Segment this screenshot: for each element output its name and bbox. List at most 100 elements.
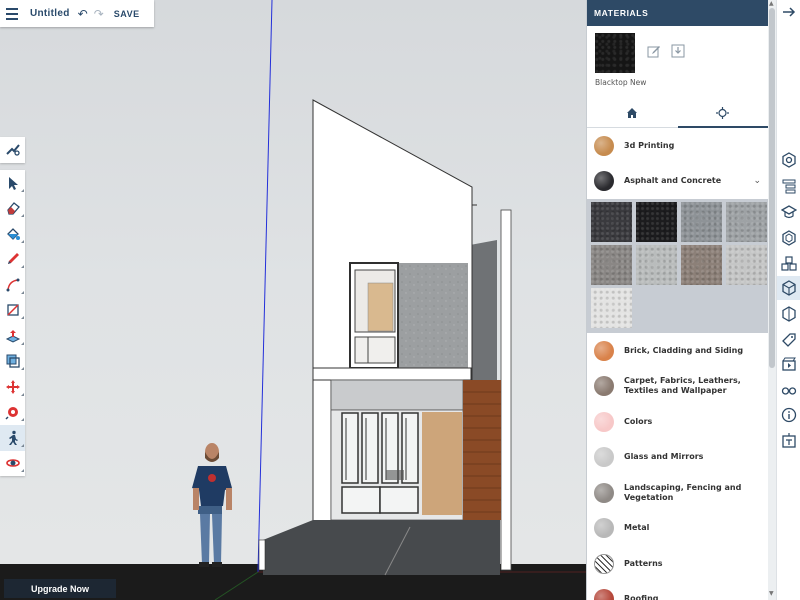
material-category[interactable]: Colors (587, 404, 768, 440)
scroll-down-icon[interactable]: ▼ (769, 590, 774, 597)
scroll-up-icon[interactable]: ▲ (769, 0, 774, 7)
orbit-tool[interactable] (0, 451, 25, 477)
walk-tool-icon (8, 430, 18, 445)
material-category[interactable]: Asphalt and Concrete ⌄ (587, 164, 768, 200)
hamburger-menu-icon[interactable] (0, 0, 24, 27)
materials-tab-button[interactable] (777, 276, 800, 300)
file-title-bar: Untitled ↶ ↷ SAVE (0, 0, 154, 27)
info-icon[interactable] (781, 407, 797, 423)
display-icon[interactable] (781, 382, 797, 398)
paint-bucket-tool[interactable] (0, 221, 25, 247)
tape-measure-tool[interactable] (0, 400, 25, 426)
right-post (500, 209, 512, 571)
upgrade-now-button[interactable]: Upgrade Now (4, 579, 116, 598)
instructor-icon[interactable] (781, 204, 797, 220)
material-swatch[interactable] (591, 245, 632, 285)
material-swatch-grid (587, 199, 768, 333)
tape-measure-tool-icon (4, 407, 18, 420)
arc-tool[interactable] (0, 272, 25, 298)
orbit-tool-icon (5, 459, 20, 468)
category-label: Asphalt and Concrete (624, 176, 722, 186)
search-tools-button[interactable] (0, 137, 25, 163)
offset-tool[interactable] (0, 349, 25, 375)
current-material-name: Blacktop New (595, 78, 647, 87)
material-category[interactable]: Landscaping, Fencing and Vegetation (587, 475, 768, 511)
select-tool[interactable] (0, 170, 25, 196)
material-category[interactable]: Carpet, Fabrics, Leathers, Textiles and … (587, 369, 768, 405)
driveway (263, 520, 500, 575)
eraser-tool[interactable] (0, 196, 25, 222)
category-label: Landscaping, Fencing and Vegetation (624, 482, 742, 502)
material-swatch[interactable] (681, 202, 722, 242)
right-panel-rail (776, 0, 800, 600)
materials-tabs (587, 98, 768, 128)
walk-tool[interactable] (0, 425, 25, 451)
collapse-arrow-icon[interactable] (781, 4, 797, 20)
edit-material-icon[interactable] (647, 44, 661, 58)
move-tool[interactable] (0, 374, 25, 400)
material-category[interactable]: Brick, Cladding and Siding (587, 333, 768, 369)
category-label: Roofing (624, 594, 659, 600)
undo-icon[interactable]: ↶ (78, 7, 88, 21)
material-swatch[interactable] (636, 245, 677, 285)
panel-scrollbar[interactable]: ▲ ▼ (768, 0, 776, 600)
tool-palette (0, 170, 25, 476)
material-category[interactable]: Glass and Mirrors (587, 440, 768, 476)
material-category[interactable]: Patterns (587, 546, 768, 582)
move-tool-icon (5, 379, 20, 394)
wood-door (422, 412, 462, 515)
category-swatch (594, 340, 614, 361)
category-swatch (594, 171, 614, 192)
push-pull-tool[interactable] (0, 323, 25, 349)
scrollbar-thumb[interactable] (769, 8, 775, 368)
chevron-down-icon[interactable]: ⌄ (753, 176, 761, 186)
tab-home[interactable] (587, 98, 678, 127)
eyedropper-icon (716, 106, 730, 119)
category-swatch (594, 553, 614, 574)
paint-bucket-tool-icon (6, 227, 20, 240)
category-list: 3d Printing Asphalt and Concrete ⌄ Brick, C… (587, 128, 768, 600)
save-button[interactable]: SAVE (114, 9, 140, 19)
category-label: Carpet, Fabrics, Leathers, Textiles and … (624, 376, 741, 396)
solar-icon[interactable] (781, 432, 797, 448)
current-material-swatch[interactable] (595, 33, 635, 73)
category-swatch (594, 376, 614, 397)
styles-icon[interactable] (781, 306, 797, 322)
category-label: Patterns (624, 558, 663, 568)
category-label: Brick, Cladding and Siding (624, 345, 744, 355)
pencil-tool-icon (7, 253, 19, 265)
tags-icon[interactable] (781, 332, 797, 348)
material-swatch[interactable] (726, 202, 767, 242)
scenes-icon[interactable] (781, 356, 797, 372)
material-swatch[interactable] (591, 288, 632, 328)
material-swatch[interactable] (726, 245, 767, 285)
pencil-tool[interactable] (0, 247, 25, 273)
arc-tool-icon (6, 278, 19, 292)
redo-icon[interactable]: ↷ (94, 7, 104, 21)
category-swatch (594, 447, 614, 468)
3d-warehouse-icon[interactable] (781, 256, 797, 272)
outliner-icon[interactable] (781, 178, 797, 194)
entity-info-icon[interactable] (781, 152, 797, 168)
materials-panel-header: MATERIALS (587, 0, 768, 26)
components-icon[interactable] (781, 230, 797, 246)
material-swatch[interactable] (591, 202, 632, 242)
home-icon (627, 107, 638, 118)
material-category[interactable]: Metal (587, 511, 768, 547)
material-swatch[interactable] (636, 202, 677, 242)
blue-axis (257, 0, 273, 573)
push-pull-tool-icon (5, 329, 20, 343)
tab-in-model[interactable] (677, 98, 769, 128)
category-swatch (594, 518, 614, 539)
material-category[interactable]: 3d Printing (587, 128, 768, 164)
rectangle-tool[interactable] (0, 298, 25, 324)
category-label: 3d Printing (624, 140, 675, 150)
wood-cladding (463, 380, 501, 520)
download-material-icon[interactable] (671, 44, 685, 58)
materials-panel: MATERIALS Blacktop New 3d Printing Asphal… (586, 0, 768, 600)
file-title[interactable]: Untitled (30, 8, 70, 19)
material-category[interactable]: Roofing (587, 582, 768, 600)
sketchup-search-icon (5, 144, 20, 156)
3d-viewport[interactable] (0, 0, 586, 600)
material-swatch[interactable] (681, 245, 722, 285)
